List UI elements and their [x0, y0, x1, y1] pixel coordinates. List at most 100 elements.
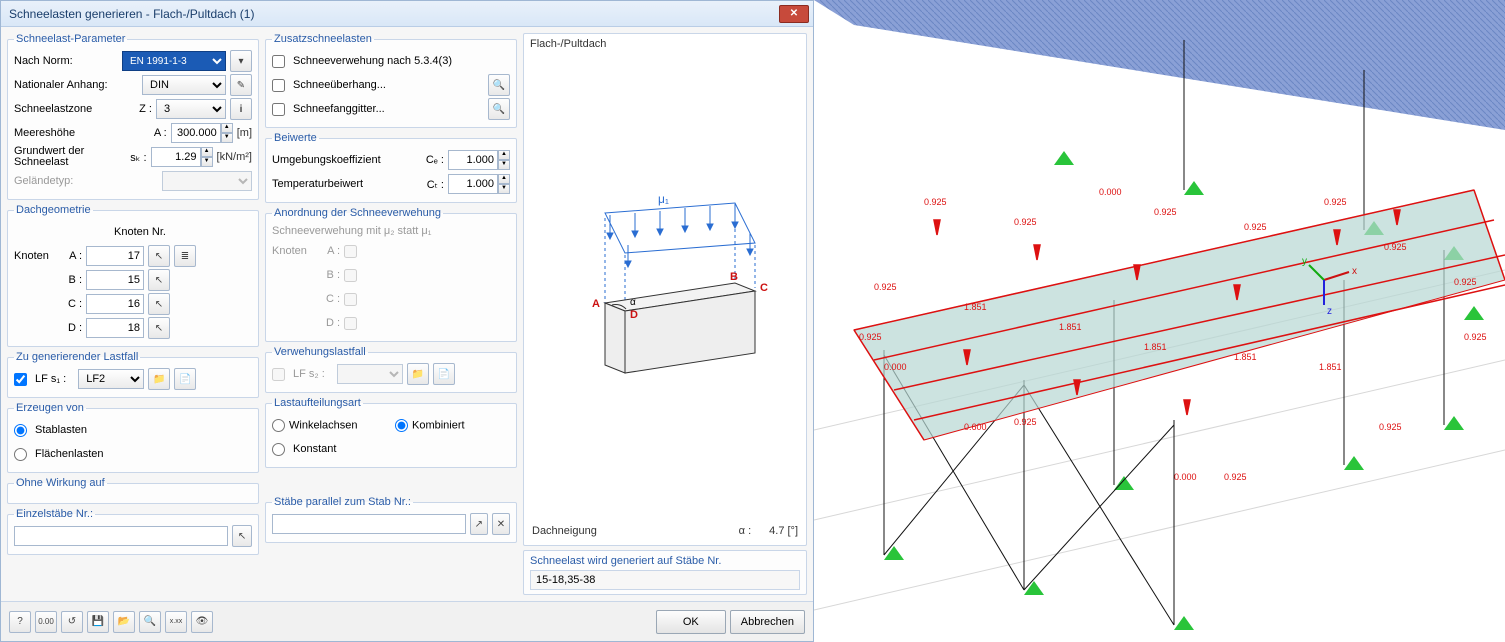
pick-node-icon[interactable]: ↖ — [148, 293, 170, 315]
load-value: 0.925 — [1154, 207, 1177, 217]
mu-label: μ₁ — [658, 192, 669, 206]
generated-info: Schneelast wird generiert auf Stäbe Nr. … — [523, 550, 807, 595]
norm-dropdown-icon[interactable]: ▾ — [230, 50, 252, 72]
node-a-input[interactable] — [86, 246, 144, 266]
drift-534-checkbox[interactable] — [272, 55, 285, 68]
spin-down-icon[interactable]: ▼ — [221, 133, 233, 143]
load-value: 0.925 — [1384, 242, 1407, 252]
pick-node-icon[interactable]: ↖ — [148, 317, 170, 339]
na-edit-button[interactable]: ✎ — [230, 74, 252, 96]
sk-unit: [kN/m²] — [217, 151, 252, 163]
default-icon[interactable]: ↺ — [61, 611, 83, 633]
corner-c: C — [760, 282, 768, 294]
group-title: Dachgeometrie — [14, 204, 93, 216]
preview-icon[interactable]: 🔍 — [139, 611, 161, 633]
node-b-sym: B : — [62, 274, 82, 286]
sk-label2: Schneelast — [14, 157, 84, 168]
ok-button[interactable]: OK — [656, 610, 726, 634]
clear-parallel-icon[interactable]: ✕ — [492, 513, 510, 535]
load-value: 0.000 — [1174, 472, 1197, 482]
pick-bars-icon[interactable]: ↖ — [232, 525, 252, 547]
parallel-bars-input[interactable] — [272, 514, 466, 534]
lf2-new-icon[interactable]: 📁 — [407, 363, 429, 385]
zone-select[interactable]: 3 — [156, 99, 226, 119]
norm-select[interactable]: EN 1991-1-3 — [122, 51, 226, 71]
pick-list-icon[interactable]: ≣ — [174, 245, 196, 267]
height-spinner[interactable]: ▲▼ — [171, 123, 233, 143]
lf1-select[interactable]: LF2 — [78, 369, 144, 389]
spin-up-icon[interactable]: ▲ — [221, 123, 233, 133]
cancel-button[interactable]: Abbrechen — [730, 610, 805, 634]
zone-label: Schneelastzone — [14, 103, 92, 115]
spin-down-icon[interactable]: ▼ — [498, 184, 510, 194]
help-icon[interactable]: ? — [9, 611, 31, 633]
title-text: Schneelasten generieren - Flach-/Pultdac… — [9, 7, 779, 21]
split-const-radio[interactable] — [272, 443, 285, 456]
overhang-checkbox[interactable] — [272, 79, 285, 92]
split-angle-radio[interactable] — [272, 419, 285, 432]
close-button[interactable]: ✕ — [779, 5, 809, 23]
gen-bar-radio[interactable] — [14, 424, 27, 437]
single-bars-input[interactable] — [14, 526, 228, 546]
spin-up-icon[interactable]: ▲ — [498, 174, 510, 184]
ct-spinner[interactable]: ▲▼ — [448, 174, 510, 194]
preview-canvas: μ₁ — [524, 54, 806, 521]
group-title: Stäbe parallel zum Stab Nr.: — [272, 496, 413, 508]
pick-node-icon[interactable]: ↖ — [148, 269, 170, 291]
node-d-input[interactable] — [86, 318, 144, 338]
node-header: Knoten Nr. — [114, 226, 166, 238]
spin-up-icon[interactable]: ▲ — [201, 147, 213, 157]
gen-info-value: 15-18,35-38 — [530, 570, 800, 590]
lf2-select — [337, 364, 403, 384]
group-title: Verwehungslastfall — [272, 346, 368, 358]
split-comb-radio[interactable] — [395, 419, 408, 432]
ce-input[interactable] — [448, 150, 498, 170]
node-d-sym: D : — [62, 322, 82, 334]
terrain-select — [162, 171, 252, 191]
load-icon[interactable]: 📂 — [113, 611, 135, 633]
node-label: Knoten — [14, 250, 58, 262]
drift-node-label: Knoten — [272, 245, 316, 257]
ct-input[interactable] — [448, 174, 498, 194]
gen-area-radio[interactable] — [14, 448, 27, 461]
model-viewport[interactable]: 0.925 0.925 0.000 0.925 0.925 0.925 0.92… — [814, 0, 1505, 642]
save-icon[interactable]: 💾 — [87, 611, 109, 633]
view-icon[interactable]: 👁 — [191, 611, 213, 633]
units-icon[interactable]: 0.00 — [35, 611, 57, 633]
load-value: 0.925 — [1324, 197, 1347, 207]
load-value: 0.000 — [1099, 187, 1122, 197]
guard-details-icon[interactable]: 🔍 — [488, 98, 510, 120]
sk-symbol: sₖ : — [130, 151, 146, 164]
svg-text:z: z — [1327, 306, 1332, 317]
lf1-checkbox[interactable] — [14, 373, 27, 386]
precision-icon[interactable]: x.xx — [165, 611, 187, 633]
gen-area-label: Flächenlasten — [35, 448, 104, 460]
group-geometry: Dachgeometrie Knoten Nr. Knoten A : ↖ ≣ … — [7, 204, 259, 347]
lf-edit-icon[interactable]: 📄 — [174, 368, 196, 390]
pick-parallel-icon[interactable]: ↗ — [470, 513, 488, 535]
spin-down-icon[interactable]: ▼ — [498, 160, 510, 170]
sk-spinner[interactable]: ▲▼ — [151, 147, 213, 167]
spin-up-icon[interactable]: ▲ — [498, 150, 510, 160]
guard-checkbox[interactable] — [272, 103, 285, 116]
svg-text:x: x — [1352, 266, 1357, 277]
drift-534-label: Schneeverwehung nach 5.3.4(3) — [293, 55, 452, 67]
load-value: 0.925 — [1379, 422, 1402, 432]
spin-down-icon[interactable]: ▼ — [201, 157, 213, 167]
lf-new-icon[interactable]: 📁 — [148, 368, 170, 390]
group-single-bars: Einzelstäbe Nr.: ↖ — [7, 508, 259, 555]
split-const-label: Konstant — [293, 443, 336, 455]
pick-node-icon[interactable]: ↖ — [148, 245, 170, 267]
sk-input[interactable] — [151, 147, 201, 167]
zone-info-button[interactable]: i — [230, 98, 252, 120]
na-select[interactable]: DIN — [142, 75, 226, 95]
drift-c-sym: C : — [320, 293, 340, 305]
split-angle-label: Winkelachsen — [289, 419, 357, 431]
overhang-details-icon[interactable]: 🔍 — [488, 74, 510, 96]
node-c-input[interactable] — [86, 294, 144, 314]
node-b-input[interactable] — [86, 270, 144, 290]
lf2-edit-icon[interactable]: 📄 — [433, 363, 455, 385]
height-input[interactable] — [171, 123, 221, 143]
ce-spinner[interactable]: ▲▼ — [448, 150, 510, 170]
group-title: Zusatzschneelasten — [272, 33, 374, 45]
